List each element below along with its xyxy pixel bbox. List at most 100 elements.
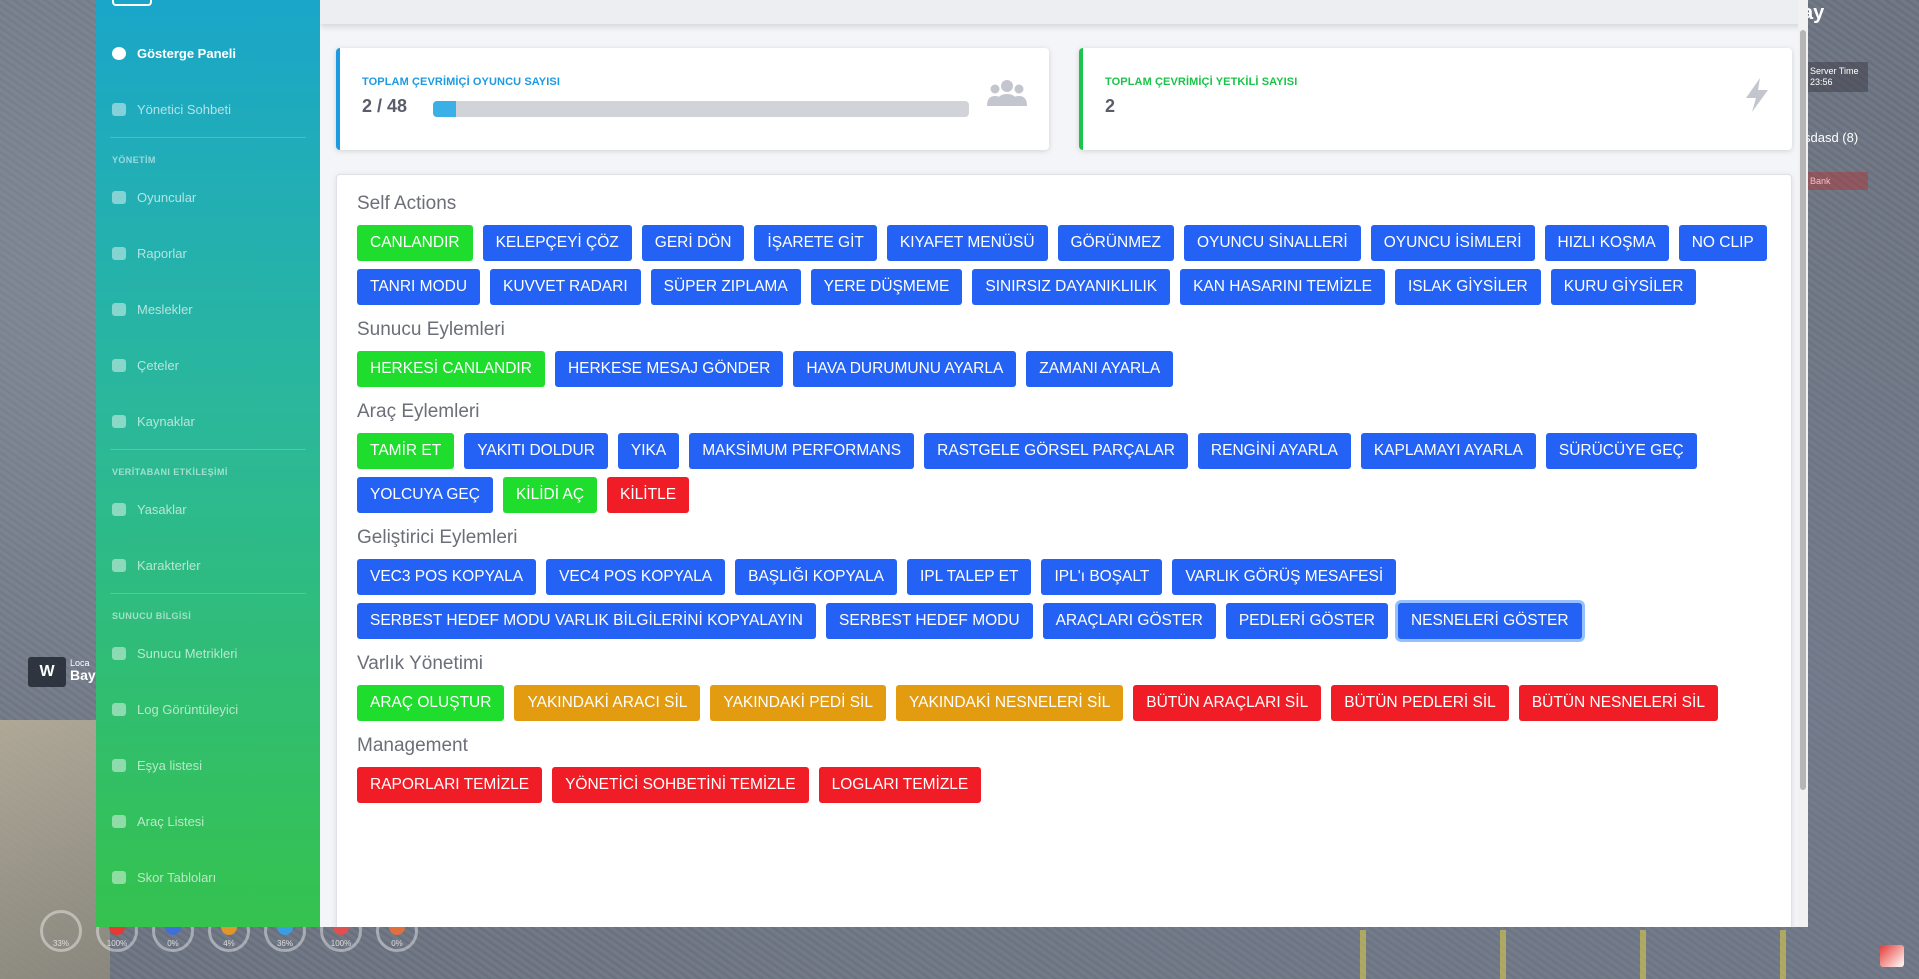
clear-logs-button[interactable]: LOGLARI TEMİZLE [818,767,982,803]
delete-nearby-objects-button[interactable]: YAKINDAKİ NESNELERİ SİL [895,685,1124,721]
player-blips-button[interactable]: OYUNCU SİNALLERİ [1183,225,1361,261]
refuel-button[interactable]: YAKITI DOLDUR [464,433,608,469]
clear-reports-button[interactable]: RAPORLARI TEMİZLE [357,767,543,803]
sidebar-item-leaderboards[interactable]: Skor Tabloları [96,849,320,905]
scrollbar[interactable] [1798,0,1808,927]
sidebar-item-vehicle-list[interactable]: Araç Listesi [96,793,320,849]
set-color-button[interactable]: RENGİNİ AYARLA [1197,433,1351,469]
set-time-button[interactable]: ZAMANI AYARLA [1026,351,1174,387]
switch-driver-button[interactable]: SÜRÜCÜYE GEÇ [1545,433,1697,469]
section-title: Management [357,735,468,756]
set-weather-button[interactable]: HAVA DURUMUNU AYARLA [793,351,1017,387]
go-back-button[interactable]: GERİ DÖN [641,225,745,261]
show-peds-button[interactable]: PEDLERİ GÖSTER [1225,603,1388,639]
sidebar-item-reports[interactable]: Raporlar [96,225,320,281]
sidebar-item-label: Çeteler [137,357,179,373]
delete-nearby-ped-button[interactable]: YAKINDAKİ PEDİ SİL [710,685,886,721]
remove-ipl-button[interactable]: IPL'ı BOŞALT [1041,559,1163,595]
set-livery-button[interactable]: KAPLAMAYI AYARLA [1360,433,1536,469]
lock-button[interactable]: KİLİTLE [607,477,690,513]
online-admins-label: TOPLAM ÇEVRİMİÇİ YETKİLİ SAYISI [1105,76,1298,88]
revive-button[interactable]: CANLANDIR [357,225,473,261]
sidebar-item-bans[interactable]: Yasaklar [96,481,320,537]
sidebar-item-gangs[interactable]: Çeteler [96,337,320,393]
noclip-button[interactable]: NO CLIP [1678,225,1767,261]
entity-view-distance-button[interactable]: VARLIK GÖRÜŞ MESAFESİ [1172,559,1397,595]
force-radar-button[interactable]: KUVVET RADARI [490,269,641,305]
clothing-menu-button[interactable]: KIYAFET MENÜSÜ [886,225,1048,261]
list-icon [112,758,126,772]
trophy-icon [112,870,126,884]
scrollbar-thumb[interactable] [1800,30,1806,790]
sidebar-item-resources[interactable]: Kaynaklar [96,393,320,449]
clear-blood-button[interactable]: KAN HASARINI TEMİZLE [1180,269,1385,305]
user-icon [112,190,126,204]
users-icon [987,78,1027,113]
sidebar-item-label: Meslekler [137,301,193,317]
copy-vec4-button[interactable]: VEC4 POS KOPYALA [546,559,726,595]
show-objects-button[interactable]: NESNELERİ GÖSTER [1397,603,1582,639]
random-mods-button[interactable]: RASTGELE GÖRSEL PARÇALAR [924,433,1188,469]
gavel-icon [112,502,126,516]
revive-all-button[interactable]: HERKESİ CANLANDIR [357,351,545,387]
delete-all-peds-button[interactable]: BÜTÜN PEDLERİ SİL [1331,685,1509,721]
progress-fill [433,101,456,117]
car-icon [112,814,126,828]
unlock-button[interactable]: KİLİDİ AÇ [502,477,598,513]
message-all-button[interactable]: HERKESE MESAJ GÖNDER [554,351,784,387]
switch-passenger-button[interactable]: YOLCUYA GEÇ [357,477,493,513]
god-mode-button[interactable]: TANRI MODU [357,269,481,305]
copy-free-aim-entity-button[interactable]: SERBEST HEDEF MODU VARLIK BİLGİLERİNİ KO… [357,603,816,639]
users-icon [112,558,126,572]
app-logo-icon [1880,945,1904,967]
online-players-label: TOPLAM ÇEVRİMİÇİ OYUNCU SAYISI [362,76,560,88]
invisible-button[interactable]: GÖRÜNMEZ [1057,225,1174,261]
section-self-actions: Self Actions CANLANDIR KELEPÇEYİ ÇÖZ GER… [357,193,1771,305]
sidebar-heading-server-info: SUNUCU BİLGİSİ [110,593,306,625]
fast-run-button[interactable]: HIZLI KOŞMA [1544,225,1669,261]
sidebar-item-log-viewer[interactable]: Log Görüntüleyici [96,681,320,737]
super-jump-button[interactable]: SÜPER ZIPLAMA [650,269,801,305]
copy-vec3-button[interactable]: VEC3 POS KOPYALA [357,559,537,595]
sidebar-item-admin-chat[interactable]: Yönetici Sohbeti [96,81,320,137]
server-time-label: Server Time [1810,66,1859,76]
free-aim-mode-button[interactable]: SERBEST HEDEF MODU [825,603,1033,639]
spawn-vehicle-button[interactable]: ARAÇ OLUŞTUR [357,685,505,721]
sidebar-item-characters[interactable]: Karakterler [96,537,320,593]
clear-admin-chat-button[interactable]: YÖNETİCİ SOHBETİNİ TEMİZLE [552,767,809,803]
delete-all-objects-button[interactable]: BÜTÜN NESNELERİ SİL [1518,685,1718,721]
delete-all-vehicles-button[interactable]: BÜTÜN ARAÇLARI SİL [1133,685,1322,721]
sidebar-item-label: Karakterler [137,557,201,573]
dry-clothes-button[interactable]: KURU GİYSİLER [1550,269,1697,305]
status-voice: 33% [40,910,82,952]
section-title: Varlık Yönetimi [357,653,484,674]
server-icon [112,646,126,660]
delete-nearby-vehicle-button[interactable]: YAKINDAKİ ARACI SİL [514,685,701,721]
sidebar-item-label: Log Görüntüleyici [137,701,239,717]
user-tie-icon [112,302,126,316]
sidebar-item-dashboard[interactable]: Gösterge Paneli [96,25,320,81]
sidebar-item-item-list[interactable]: Eşya listesi [96,737,320,793]
copy-heading-button[interactable]: BAŞLIĞI KOPYALA [735,559,897,595]
location-display: Loca Bay [70,657,96,682]
max-performance-button[interactable]: MAKSİMUM PERFORMANS [689,433,915,469]
player-name: sdasd (8) [1804,130,1859,145]
sidebar-item-label: Raporlar [137,245,187,261]
no-ragdoll-button[interactable]: YERE DÜŞMEME [810,269,963,305]
infinite-stamina-button[interactable]: SINIRSIZ DAYANIKLILIK [972,269,1171,305]
sidebar-item-server-metrics[interactable]: Sunucu Metrikleri [96,625,320,681]
dashboard-icon [112,46,126,60]
show-vehicles-button[interactable]: ARAÇLARI GÖSTER [1042,603,1216,639]
uncuff-button[interactable]: KELEPÇEYİ ÇÖZ [482,225,632,261]
goto-marker-button[interactable]: İŞARETE GİT [754,225,877,261]
section-management: Management RAPORLARI TEMİZLE YÖNETİCİ SO… [357,735,1771,803]
wash-button[interactable]: YIKA [617,433,680,469]
stats-row: TOPLAM ÇEVRİMİÇİ OYUNCU SAYISI 2 / 48 TO… [336,48,1792,150]
player-names-button[interactable]: OYUNCU İSİMLERİ [1370,225,1535,261]
wet-clothes-button[interactable]: ISLAK GİYSİLER [1394,269,1541,305]
request-ipl-button[interactable]: IPL TALEP ET [906,559,1032,595]
sidebar-item-jobs[interactable]: Meslekler [96,281,320,337]
repair-button[interactable]: TAMİR ET [357,433,455,469]
sidebar-item-players[interactable]: Oyuncular [96,169,320,225]
online-admins-card: TOPLAM ÇEVRİMİÇİ YETKİLİ SAYISI 2 [1079,48,1792,150]
